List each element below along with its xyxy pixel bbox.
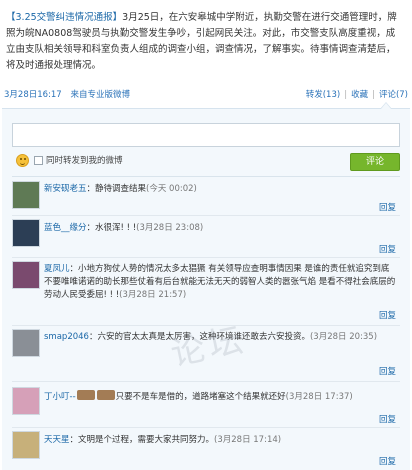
comment-item: 蓝色__缘分：水很浑! ! !(3月28日 23:08) 回复: [12, 219, 400, 259]
reply-link[interactable]: 回复: [379, 413, 396, 425]
smiley-icon[interactable]: [16, 154, 29, 167]
comment-text: ：小地方狗仗人势的情况太多太猖獗 有关领导应查明事情因果 是谁的责任就追究到底 …: [44, 264, 396, 300]
divider: [12, 427, 400, 428]
divider: [12, 176, 400, 177]
post-title-link[interactable]: 【3.25交警纠违情况通报】: [6, 12, 122, 23]
comment-text: ：静待调查结果: [86, 184, 147, 194]
avatar[interactable]: [12, 329, 40, 357]
comment-username[interactable]: 天天星: [44, 435, 70, 445]
comment-panel: 同时转发到我的微博 评论 新安砚老五：静待调查结果(今天 00:02) 回复 蓝…: [2, 102, 410, 470]
comment-item: 天天星：文明是个过程，需要大家共同努力。(3月28日 17:14) 回复: [12, 431, 400, 469]
comment-time: (3月28日 21:57): [119, 290, 187, 300]
emoticon-icon: [76, 390, 95, 400]
comment-item: 夏凤儿：小地方狗仗人势的情况太多太猖獗 有关领导应查明事情因果 是谁的责任就追究…: [12, 261, 400, 327]
divider: [12, 325, 400, 326]
emoticon-icon: [96, 390, 115, 400]
comments-link[interactable]: 评论(7): [379, 90, 408, 100]
avatar[interactable]: [12, 219, 40, 247]
post-date[interactable]: 3月28日16:17: [4, 90, 62, 100]
comment-time: (3月28日 23:08): [136, 223, 204, 233]
comment-time: (3月28日 17:14): [214, 435, 282, 445]
comment-username[interactable]: 新安砚老五: [44, 184, 87, 194]
post-meta: 3月28日16:17 来自专业版微博 转发(13) | 收藏 | 评论(7): [0, 88, 412, 102]
post-body: 【3.25交警纠违情况通报】3月25日，在六安皋城中学附近，执勤交警在进行交通管…: [0, 0, 412, 74]
divider: [12, 215, 400, 216]
comment-username[interactable]: 蓝色__缘分: [44, 223, 87, 233]
favorite-link[interactable]: 收藏: [351, 90, 368, 100]
comment-username[interactable]: 夏凤儿: [44, 264, 70, 274]
comment-time: (今天 00:02): [146, 184, 197, 194]
reply-link[interactable]: 回复: [379, 201, 396, 213]
comment-submit-button[interactable]: 评论: [350, 153, 400, 171]
reply-link[interactable]: 回复: [379, 365, 396, 377]
avatar[interactable]: [12, 261, 40, 289]
comment-text: ：六安的官太太真是太厉害，这种环境谁还敢去六安投资。: [88, 332, 310, 342]
avatar[interactable]: [12, 431, 40, 459]
reply-link[interactable]: 回复: [379, 243, 396, 255]
comment-item: 丁小叮-- 只要不是车是借的，道路堵塞这个结果就还好(3月28日 17:37) 回…: [12, 387, 400, 429]
post-source[interactable]: 来自专业版微博: [70, 90, 130, 100]
divider: [12, 257, 400, 258]
comment-time: (3月28日 20:35): [309, 332, 378, 342]
separator: |: [344, 90, 348, 100]
reply-link[interactable]: 回复: [379, 455, 396, 467]
comment-username[interactable]: smap2046: [44, 332, 89, 342]
reply-link[interactable]: 回复: [379, 309, 396, 321]
divider: [12, 381, 400, 382]
avatar[interactable]: [12, 181, 40, 209]
comment-input[interactable]: [12, 123, 400, 147]
comment-item: 新安砚老五：静待调查结果(今天 00:02) 回复: [12, 181, 400, 217]
repost-checkbox-label[interactable]: 同时转发到我的微博: [46, 154, 123, 166]
comment-time: (3月28日 17:37): [285, 392, 353, 402]
composer-toolbar: 同时转发到我的微博 评论: [12, 153, 400, 173]
separator: |: [372, 90, 375, 100]
repost-checkbox[interactable]: [34, 156, 43, 165]
panel-pointer: [380, 102, 392, 109]
comment-text: ：文明是个过程，需要大家共同努力。: [69, 435, 215, 445]
repost-link[interactable]: 转发(13): [306, 90, 340, 100]
comment-text: 只要不是车是借的，道路堵塞这个结果就还好: [115, 392, 286, 402]
avatar[interactable]: [12, 387, 40, 415]
comment-text: ：水很浑! ! !: [86, 223, 137, 233]
comment-username[interactable]: 丁小叮--: [44, 392, 76, 402]
comment-item: smap2046：六安的官太太真是太厉害，这种环境谁还敢去六安投资。(3月28日…: [12, 329, 400, 383]
